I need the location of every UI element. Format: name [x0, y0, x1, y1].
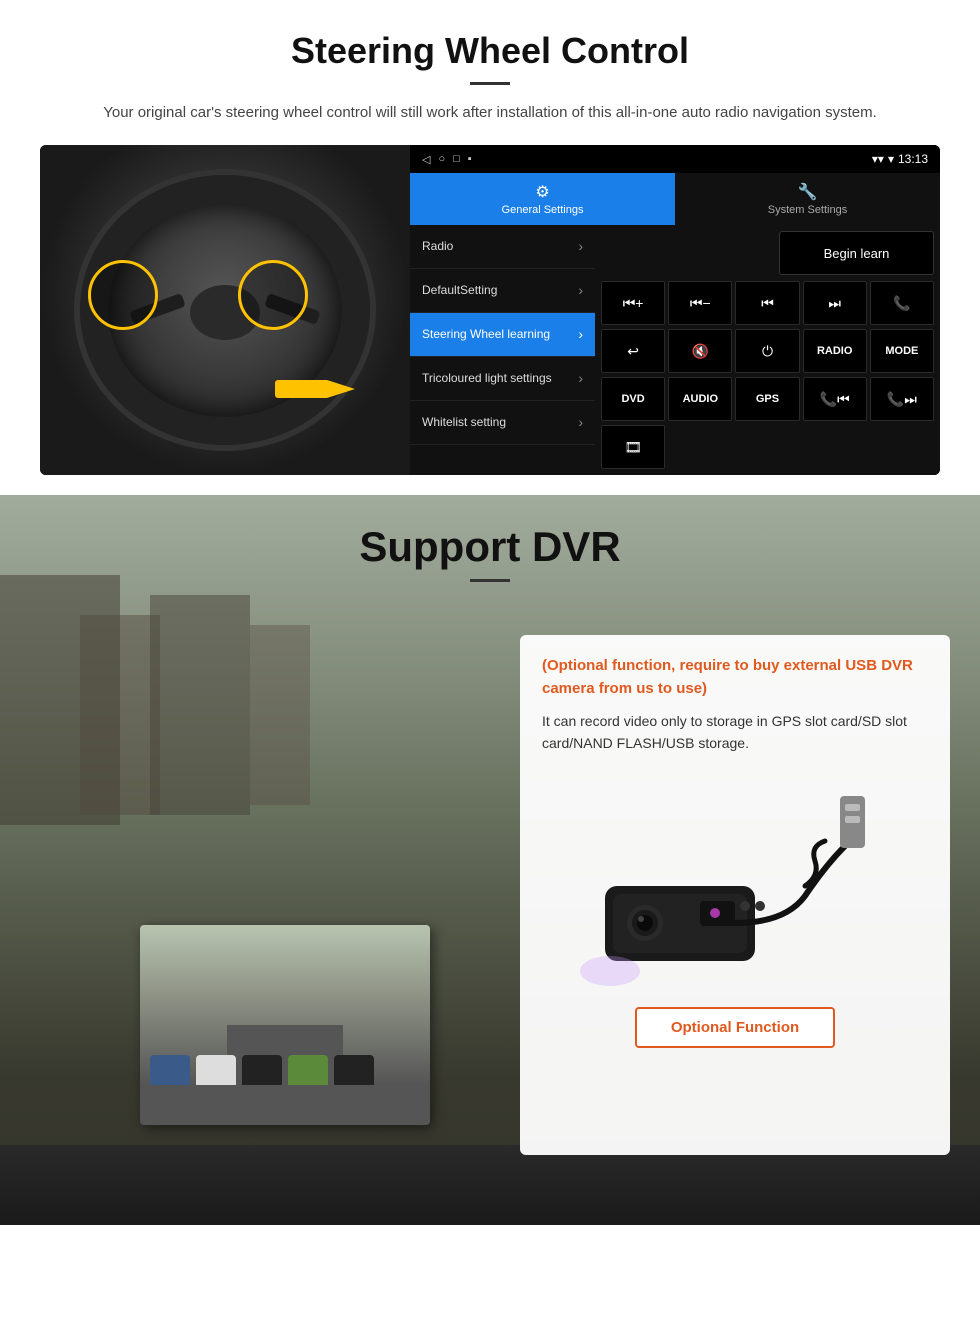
building-4: [250, 625, 310, 805]
steering-subtitle: Your original car's steering wheel contr…: [80, 101, 900, 125]
home-icon: ○: [438, 153, 445, 166]
dvr-inset-preview: [140, 925, 430, 1125]
chevron-right-icon: ›: [578, 413, 583, 431]
tab-general-settings[interactable]: ⚙ General Settings: [410, 173, 675, 225]
menu-default-label: DefaultSetting: [422, 283, 497, 299]
building-3: [150, 595, 250, 815]
menu-icon: ▪: [468, 153, 472, 166]
steering-composite: ◁ ○ □ ▪ ▾▾ ▾ 13:13 ⚙ General Settings: [40, 145, 940, 475]
menu-item-whitelist[interactable]: Whitelist setting ›: [410, 401, 595, 445]
power-button[interactable]: ⏻: [735, 329, 799, 373]
dvr-optional-text: (Optional function, require to buy exter…: [542, 655, 928, 700]
tab-system-settings[interactable]: 🔧 System Settings: [675, 173, 940, 225]
yellow-arrow: [275, 360, 375, 420]
car-3: [242, 1055, 282, 1085]
menu-item-tricoloured[interactable]: Tricoloured light settings ›: [410, 357, 595, 401]
dvr-title: Support DVR: [0, 523, 980, 571]
phone-next-button[interactable]: 📞⏭: [870, 377, 934, 421]
chevron-right-icon: ›: [578, 237, 583, 255]
dvd-button[interactable]: DVD: [601, 377, 665, 421]
mute-button[interactable]: 🔇: [668, 329, 732, 373]
dvr-camera-svg: [545, 776, 925, 986]
menu-tricoloured-label: Tricoloured light settings: [422, 371, 552, 387]
extra-button[interactable]: 🎞: [601, 425, 665, 469]
tab-general-label: General Settings: [502, 204, 584, 216]
radio-mode-button[interactable]: RADIO: [803, 329, 867, 373]
car-5: [334, 1055, 374, 1085]
hang-up-button[interactable]: ↩: [601, 329, 665, 373]
next-track-button[interactable]: ⏭: [803, 281, 867, 325]
controls-row-1: ⏮+ ⏮− ⏮ ⏭ 📞: [601, 281, 934, 325]
building-2: [80, 615, 160, 815]
menu-item-radio[interactable]: Radio ›: [410, 225, 595, 269]
phone-prev-button[interactable]: 📞⏮: [803, 377, 867, 421]
status-left-icons: ◁ ○ □ ▪: [422, 153, 472, 166]
settings-ui: ◁ ○ □ ▪ ▾▾ ▾ 13:13 ⚙ General Settings: [410, 145, 940, 475]
settings-main: Radio › DefaultSetting › Steering Wheel …: [410, 225, 940, 475]
status-bar: ◁ ○ □ ▪ ▾▾ ▾ 13:13: [410, 145, 940, 173]
chevron-right-icon: ›: [578, 325, 583, 343]
car-4: [288, 1055, 328, 1085]
dvr-info-card: (Optional function, require to buy exter…: [520, 635, 950, 1155]
highlight-circle-left: [88, 260, 158, 330]
menu-item-default-setting[interactable]: DefaultSetting ›: [410, 269, 595, 313]
vol-down-button[interactable]: ⏮−: [668, 281, 732, 325]
begin-learn-row: Begin learn: [601, 231, 934, 275]
steering-title: Steering Wheel Control: [40, 30, 940, 72]
gps-button[interactable]: GPS: [735, 377, 799, 421]
controls-row-3: DVD AUDIO GPS 📞⏮ 📞⏭: [601, 377, 934, 421]
phone-button[interactable]: 📞: [870, 281, 934, 325]
dvr-section: Support DVR (Optional function, require …: [0, 495, 980, 1225]
cars-row: [150, 1025, 420, 1085]
dashboard-area: [0, 1145, 980, 1225]
audio-button[interactable]: AUDIO: [668, 377, 732, 421]
menu-steering-label: Steering Wheel learning: [422, 327, 550, 343]
chevron-right-icon: ›: [578, 369, 583, 387]
car-2: [196, 1055, 236, 1085]
dvr-camera-illustration: [542, 771, 928, 991]
tab-system-label: System Settings: [768, 204, 847, 216]
status-right: ▾▾ ▾ 13:13: [872, 152, 928, 166]
optional-function-button[interactable]: Optional Function: [635, 1007, 835, 1048]
signal-icon: ▾▾: [872, 152, 884, 166]
arrow-body: [275, 380, 355, 398]
tab-bar: ⚙ General Settings 🔧 System Settings: [410, 173, 940, 225]
title-divider: [470, 82, 510, 85]
back-icon: ◁: [422, 153, 430, 166]
status-time: 13:13: [898, 152, 928, 166]
car-1: [150, 1055, 190, 1085]
menu-list: Radio › DefaultSetting › Steering Wheel …: [410, 225, 595, 475]
menu-whitelist-label: Whitelist setting: [422, 415, 506, 431]
steering-section: Steering Wheel Control Your original car…: [0, 0, 980, 495]
gear-icon: ⚙: [535, 182, 549, 202]
steering-photo: [40, 145, 410, 475]
recents-icon: □: [453, 153, 460, 166]
dvr-title-area: Support DVR: [0, 495, 980, 582]
system-icon: 🔧: [798, 182, 818, 202]
controls-row-4: 🎞: [601, 425, 934, 469]
controls-panel: Begin learn ⏮+ ⏮− ⏮ ⏭ 📞 ↩ 🔇 ⏻: [595, 225, 940, 475]
menu-item-steering-wheel[interactable]: Steering Wheel learning ›: [410, 313, 595, 357]
dvr-description: It can record video only to storage in G…: [542, 710, 928, 755]
dvr-divider: [470, 579, 510, 582]
begin-learn-button[interactable]: Begin learn: [779, 231, 934, 275]
mode-button[interactable]: MODE: [870, 329, 934, 373]
menu-radio-label: Radio: [422, 239, 453, 255]
vol-up-button[interactable]: ⏮+: [601, 281, 665, 325]
highlight-circle-right: [238, 260, 308, 330]
chevron-right-icon: ›: [578, 281, 583, 299]
steering-wheel-image: [40, 145, 410, 475]
prev-track-button[interactable]: ⏮: [735, 281, 799, 325]
controls-row-2: ↩ 🔇 ⏻ RADIO MODE: [601, 329, 934, 373]
wifi-icon: ▾: [888, 152, 894, 166]
